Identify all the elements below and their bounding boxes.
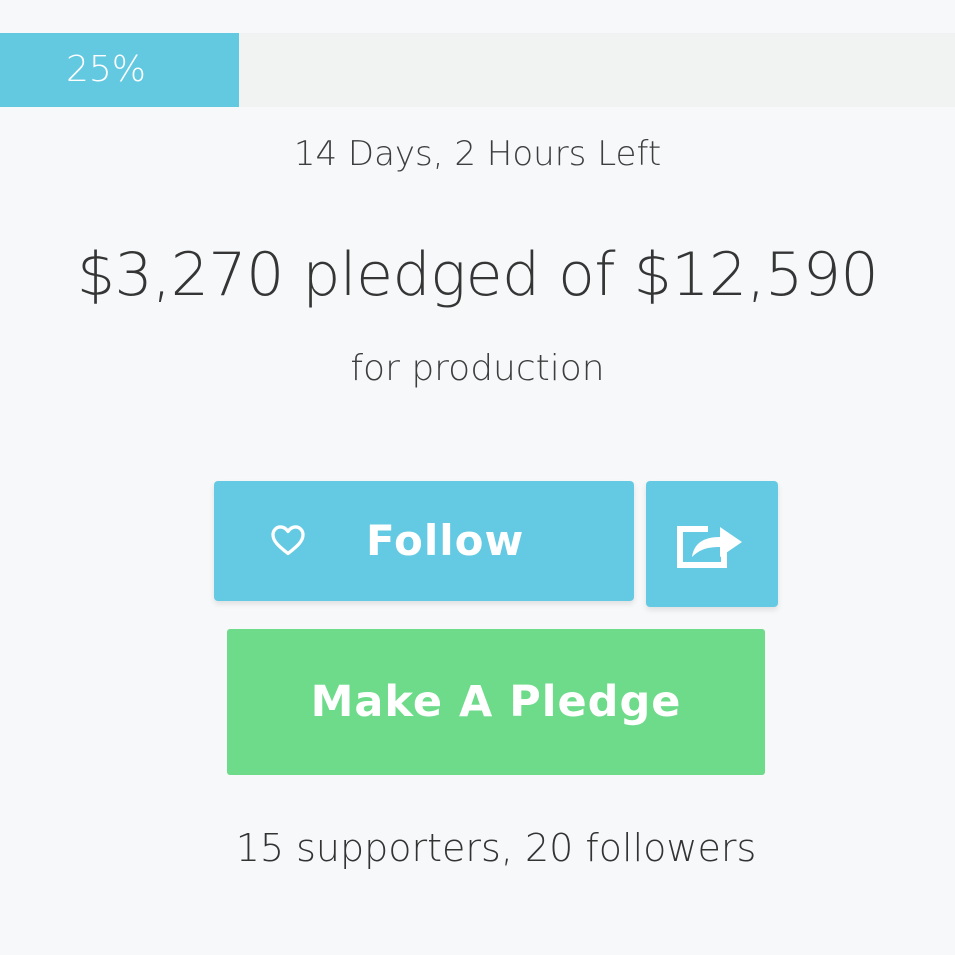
share-button[interactable] <box>646 481 778 607</box>
funding-progress-label: 25% <box>66 49 147 90</box>
follow-button[interactable]: Follow <box>214 481 634 601</box>
time-remaining: 14 Days, 2 Hours Left <box>293 134 662 174</box>
supporter-stats: 15 supporters, 20 followers <box>235 826 757 870</box>
pledged-amount: $3,270 pledged of $12,590 <box>76 240 879 310</box>
share-icon <box>677 526 742 568</box>
funding-progress-bar: 25% <box>0 33 955 107</box>
heart-outline-icon <box>271 525 305 556</box>
make-pledge-button[interactable]: Make A Pledge <box>227 629 765 775</box>
follow-button-label: Follow <box>366 516 525 565</box>
campaign-purpose: for production <box>350 348 605 389</box>
